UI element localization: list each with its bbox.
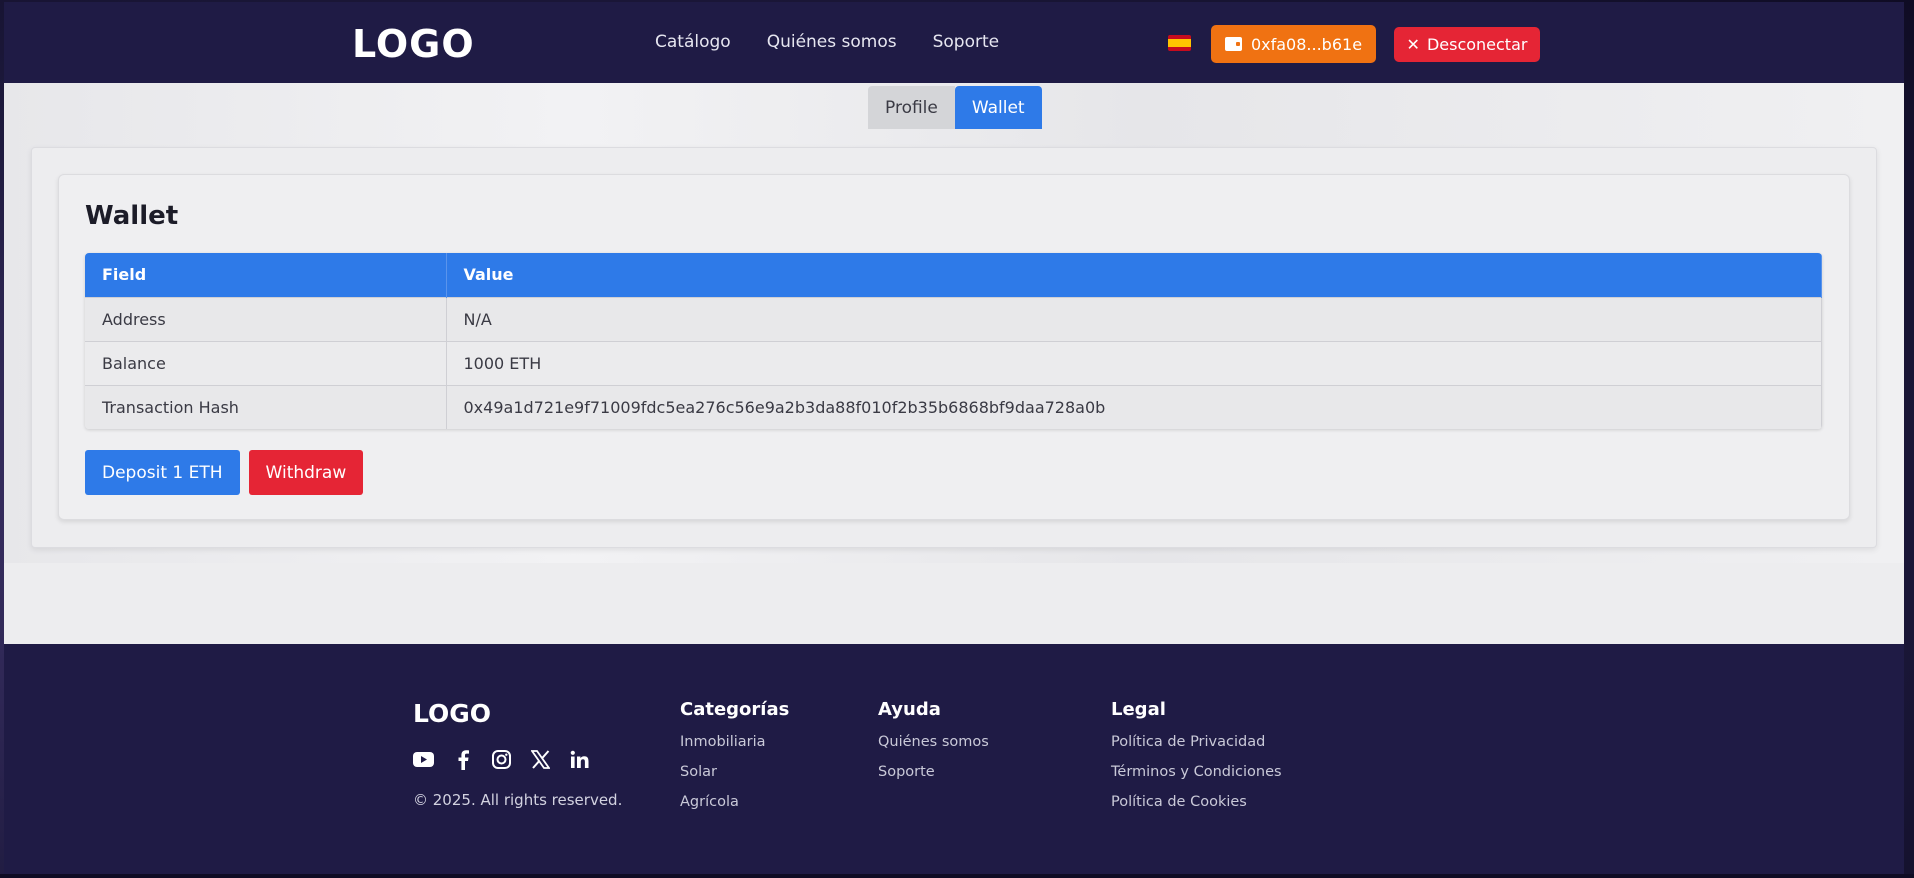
column-header-value: Value bbox=[446, 253, 1822, 297]
table-row: Address N/A bbox=[85, 296, 1822, 341]
footer-link-inmobiliaria[interactable]: Inmobiliaria bbox=[680, 734, 789, 754]
wallet-address-button[interactable]: 0xfa08...b61e bbox=[1211, 25, 1376, 63]
footer-link-terms[interactable]: Términos y Condiciones bbox=[1111, 764, 1282, 784]
field-cell: Balance bbox=[85, 340, 447, 385]
tab-wallet[interactable]: Wallet bbox=[954, 86, 1042, 129]
wallet-card: Wallet Field Value Address N/A Balance 1… bbox=[58, 174, 1850, 520]
value-cell: N/A bbox=[446, 296, 1822, 341]
wallet-title: Wallet bbox=[85, 201, 179, 231]
table-row: Balance 1000 ETH bbox=[85, 340, 1822, 385]
social-links bbox=[413, 749, 590, 770]
x-icon[interactable] bbox=[530, 749, 551, 770]
footer-link-solar[interactable]: Solar bbox=[680, 764, 789, 784]
field-cell: Transaction Hash bbox=[85, 384, 447, 429]
site-footer: LOGO © 2025. All rights reserved. Catego… bbox=[4, 644, 1904, 874]
linkedin-icon[interactable] bbox=[569, 749, 590, 770]
close-icon: ✕ bbox=[1406, 35, 1420, 54]
facebook-icon[interactable] bbox=[452, 749, 473, 770]
withdraw-button[interactable]: Withdraw bbox=[248, 450, 364, 495]
column-header-field: Field bbox=[85, 253, 447, 297]
nav-link-catalogo[interactable]: Catálogo bbox=[655, 32, 731, 52]
footer-link-agricola[interactable]: Agrícola bbox=[680, 794, 789, 814]
browser-page: LOGO Catálogo Quiénes somos Soporte 0xfa… bbox=[4, 2, 1904, 874]
footer-link-soporte[interactable]: Soporte bbox=[878, 764, 989, 784]
footer-column-help: Ayuda Quiénes somos Soporte bbox=[878, 699, 989, 794]
footer-heading-help: Ayuda bbox=[878, 699, 941, 720]
disconnect-label: Desconectar bbox=[1426, 35, 1528, 54]
value-cell: 0x49a1d721e9f71009fdc5ea276c56e9a2b3da88… bbox=[446, 384, 1822, 429]
spain-flag-icon[interactable] bbox=[1168, 35, 1191, 51]
footer-logo[interactable]: LOGO bbox=[413, 699, 491, 728]
nav-link-soporte[interactable]: Soporte bbox=[933, 32, 1000, 52]
tab-panel: Wallet Field Value Address N/A Balance 1… bbox=[31, 147, 1877, 548]
wallet-address-label: 0xfa08...b61e bbox=[1250, 34, 1363, 54]
deposit-button[interactable]: Deposit 1 ETH bbox=[85, 450, 240, 495]
youtube-icon[interactable] bbox=[413, 749, 434, 770]
footer-column-legal: Legal Política de Privacidad Términos y … bbox=[1111, 699, 1282, 824]
main-nav: Catálogo Quiénes somos Soporte bbox=[655, 32, 999, 52]
field-cell: Address bbox=[85, 296, 447, 341]
wallet-actions: Deposit 1 ETH Withdraw bbox=[85, 450, 364, 495]
footer-heading-legal: Legal bbox=[1111, 699, 1166, 720]
tab-profile[interactable]: Profile bbox=[868, 86, 955, 129]
page-spacer bbox=[4, 563, 1904, 644]
table-header-row: Field Value bbox=[85, 253, 1822, 297]
instagram-icon[interactable] bbox=[491, 749, 512, 770]
footer-heading-categories: Categorías bbox=[680, 699, 790, 720]
table-row: Transaction Hash 0x49a1d721e9f71009fdc5e… bbox=[85, 384, 1822, 429]
header-logo[interactable]: LOGO bbox=[352, 22, 475, 66]
disconnect-button[interactable]: ✕ Desconectar bbox=[1394, 27, 1540, 62]
footer-link-cookies[interactable]: Política de Cookies bbox=[1111, 794, 1282, 814]
copyright-text: © 2025. All rights reserved. bbox=[413, 791, 623, 809]
main-content: Profile Wallet Wallet Field Value Addres… bbox=[4, 83, 1904, 563]
value-cell: 1000 ETH bbox=[446, 340, 1822, 385]
nav-link-quienes-somos[interactable]: Quiénes somos bbox=[767, 32, 897, 52]
wallet-icon bbox=[1224, 37, 1242, 51]
top-navbar: LOGO Catálogo Quiénes somos Soporte 0xfa… bbox=[4, 2, 1904, 83]
account-tabs: Profile Wallet bbox=[868, 86, 1042, 129]
footer-column-categories: Categorías Inmobiliaria Solar Agrícola bbox=[680, 699, 789, 824]
desktop-bottom-edge bbox=[0, 874, 1914, 878]
footer-link-quienes-somos[interactable]: Quiénes somos bbox=[878, 734, 989, 754]
wallet-table: Field Value Address N/A Balance 1000 ETH bbox=[85, 253, 1822, 429]
footer-link-privacy[interactable]: Política de Privacidad bbox=[1111, 734, 1282, 754]
